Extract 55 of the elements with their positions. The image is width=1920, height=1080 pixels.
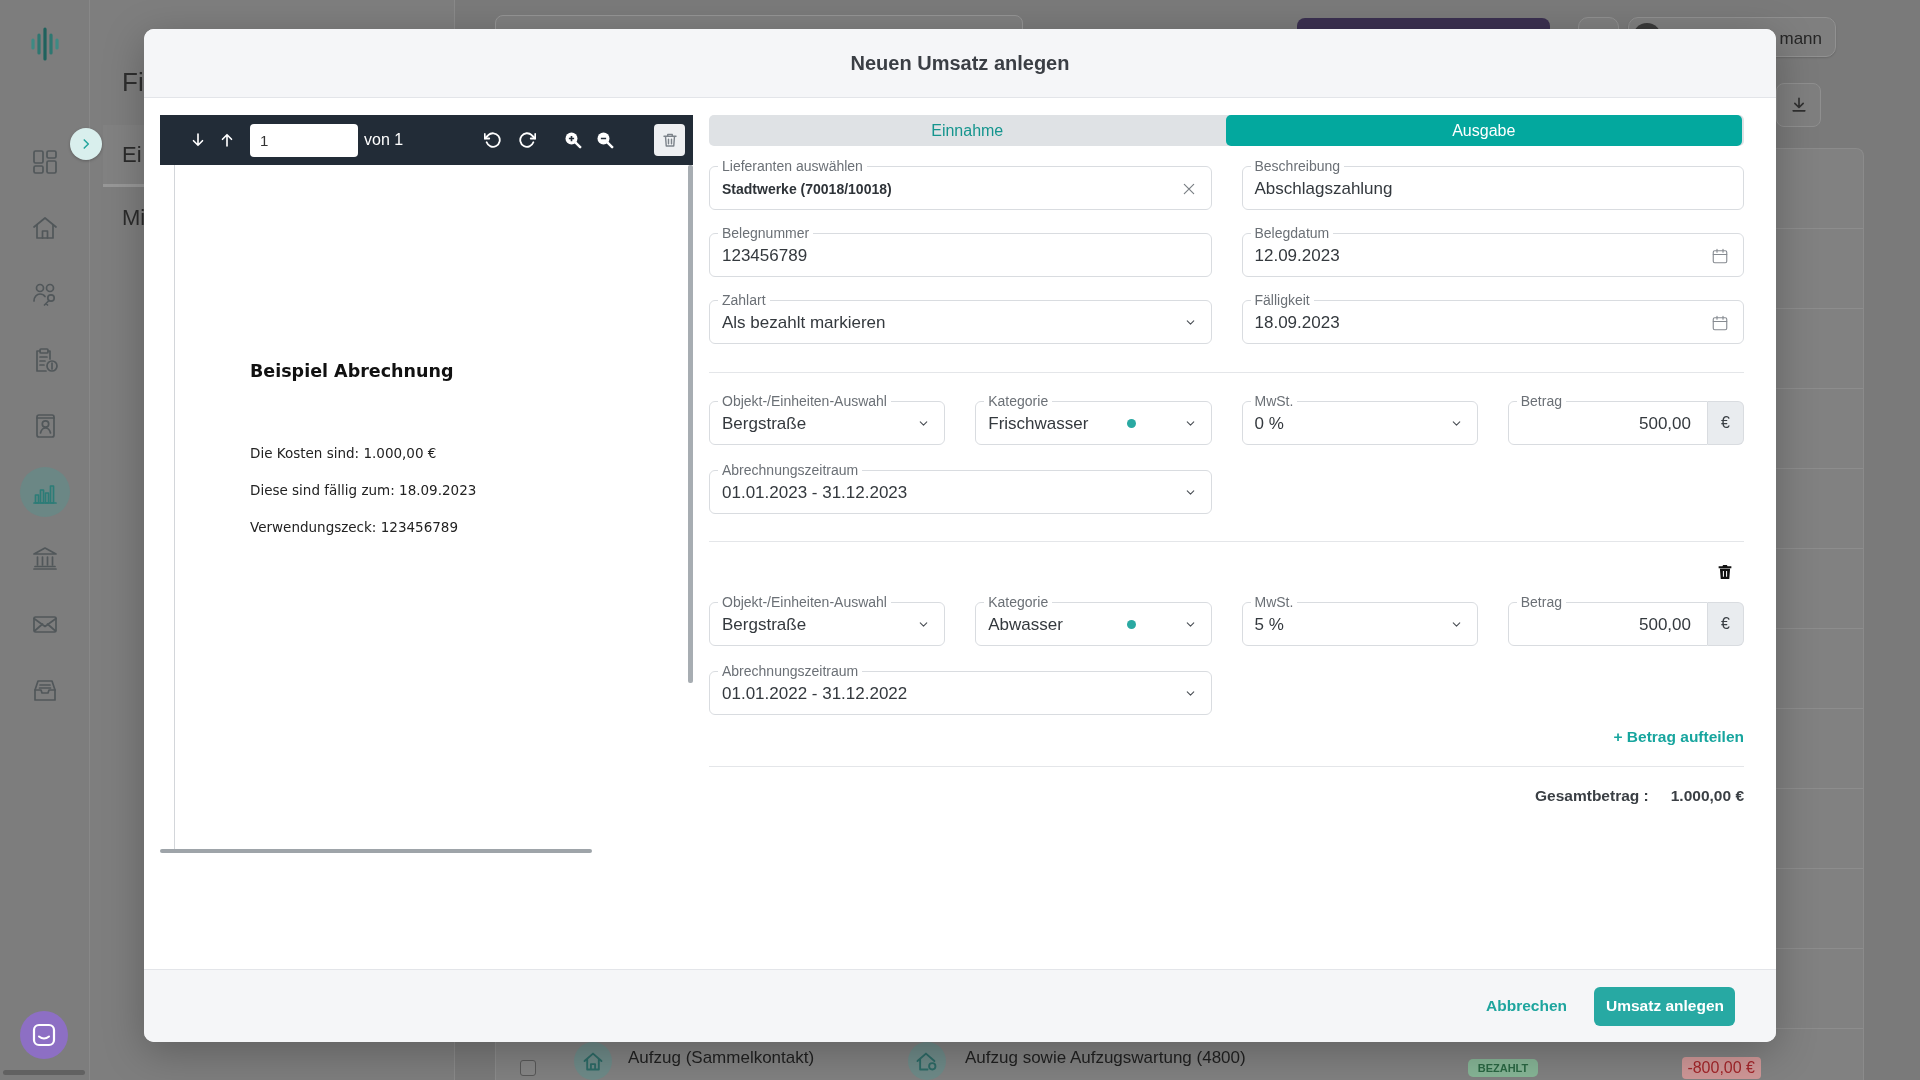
description-field[interactable]: Beschreibung Abschlagszahlung xyxy=(1241,158,1744,210)
zoom-out-icon[interactable] xyxy=(596,131,614,149)
status-dot-icon xyxy=(1126,620,1136,629)
delete-button[interactable] xyxy=(654,124,685,156)
zoom-in-icon[interactable] xyxy=(564,131,582,149)
calendar-icon[interactable] xyxy=(1711,313,1729,332)
dashboard-icon[interactable] xyxy=(30,148,59,176)
download-button[interactable] xyxy=(1776,83,1821,127)
bank-icon[interactable] xyxy=(30,544,59,572)
period-select[interactable]: Abrechnungszeitraum 01.01.2023 - 31.12.2023 xyxy=(709,462,1212,514)
vertical-scrollbar[interactable] xyxy=(688,165,693,683)
amount-tag: -800,00 € xyxy=(1682,1057,1761,1079)
amount-field[interactable]: Betrag 500,00 xyxy=(1507,393,1708,445)
document-text: Diese sind fällig zum: 18.09.2023 xyxy=(250,481,478,500)
rotate-left-icon[interactable] xyxy=(484,131,502,149)
receipt-date-field[interactable]: Belegdatum 12.09.2023 xyxy=(1241,225,1744,277)
total-label: Gesamtbetrag : xyxy=(1535,787,1649,805)
vat-select[interactable]: MwSt. 5 % xyxy=(1241,594,1478,646)
dialog-title: Neuen Umsatz anlegen xyxy=(850,51,1070,75)
panel-title: Fi xyxy=(122,68,144,96)
trash-icon[interactable] xyxy=(1718,564,1732,580)
vat-select[interactable]: MwSt. 0 % xyxy=(1241,393,1478,445)
row-checkbox[interactable] xyxy=(520,1060,536,1076)
account-name: Aufzug sowie Aufzugswartung (4800) xyxy=(965,1048,1247,1068)
document-heading: Beispiel Abrechnung xyxy=(250,360,455,382)
property-select[interactable]: Objekt-/Einheiten-Auswahl Bergstraße xyxy=(709,393,946,445)
page-count-label: von 1 xyxy=(364,131,404,149)
calendar-icon[interactable] xyxy=(1711,246,1729,265)
due-date-field[interactable]: Fälligkeit 18.09.2023 xyxy=(1241,292,1744,344)
status-dot-icon xyxy=(1126,419,1136,428)
amount-field[interactable]: Betrag 500,00 xyxy=(1507,594,1708,646)
supplier-select[interactable]: Lieferanten auswählen Stadtwerke (70018/10018) xyxy=(709,158,1212,210)
document-text: Die Kosten sind: 1.000,00 € xyxy=(250,444,438,463)
status-badge: BEZAHLT xyxy=(1468,1059,1538,1077)
chat-icon[interactable] xyxy=(20,1011,68,1059)
house-gear-icon xyxy=(908,1042,946,1080)
property-select[interactable]: Objekt-/Einheiten-Auswahl Bergstraße xyxy=(709,594,946,646)
transaction-name: Aufzug (Sammelkontakt) xyxy=(628,1048,816,1068)
logo-icon xyxy=(29,27,60,61)
house-icon xyxy=(574,1042,612,1080)
currency-addon: € xyxy=(1708,401,1744,445)
trash-icon xyxy=(660,131,679,149)
currency-addon: € xyxy=(1708,602,1744,646)
horizontal-scrollbar[interactable] xyxy=(160,849,592,853)
receipt-number-field[interactable]: Belegnummer 123456789 xyxy=(709,225,1212,277)
document-text: Verwendungszeck: 123456789 xyxy=(250,518,459,537)
category-select[interactable]: Kategorie Abwasser xyxy=(975,594,1212,646)
payment-method-select[interactable]: Zahlart Als bezahlt markieren xyxy=(709,292,1212,344)
home-icon[interactable] xyxy=(30,214,59,242)
period-select[interactable]: Abrechnungszeitraum 01.01.2022 - 31.12.2022 xyxy=(709,663,1212,715)
category-select[interactable]: Kategorie Frischwasser xyxy=(975,393,1212,445)
total-amount: 1.000,00 € xyxy=(1670,787,1744,805)
page-number-field[interactable]: 1 xyxy=(250,123,358,157)
rotate-right-icon[interactable] xyxy=(518,131,536,149)
horizontal-scrollbar[interactable] xyxy=(3,1070,85,1075)
